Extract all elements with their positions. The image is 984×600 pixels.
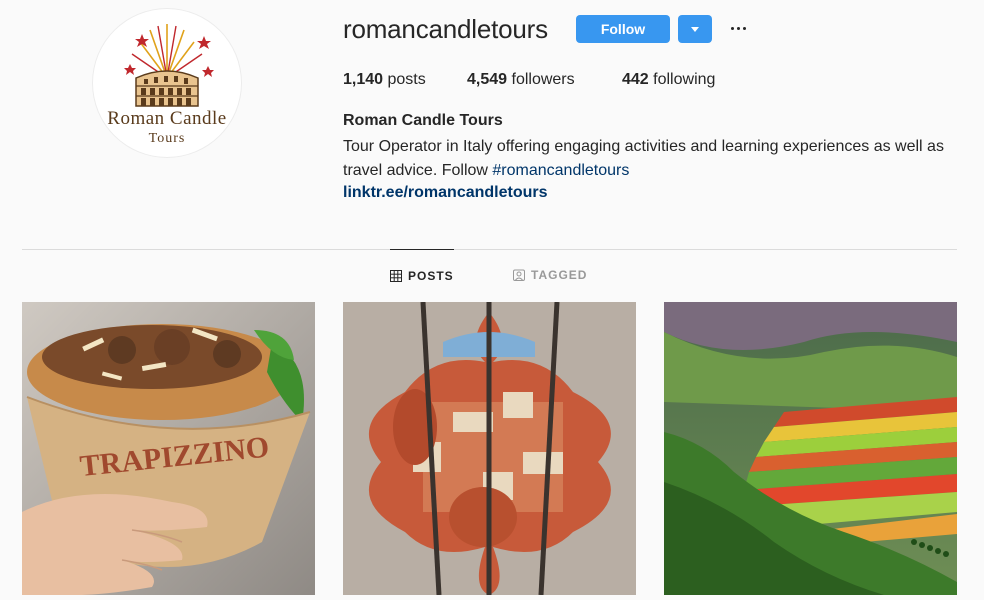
post-tile-castelluccio[interactable] xyxy=(664,302,957,595)
tab-posts-label: POSTS xyxy=(408,269,454,283)
logo-text-line1: Roman Candle xyxy=(107,108,227,129)
trapizzino-photo: TRAPIZZINO xyxy=(22,302,315,595)
castelluccio-fields-photo xyxy=(664,302,957,595)
profile-avatar[interactable]: Roman Candle Tours xyxy=(92,8,242,158)
profile-website-link[interactable]: linktr.ee/romancandletours xyxy=(343,184,548,202)
following-label: following xyxy=(653,71,716,88)
posts-count-stat: 1,140 posts xyxy=(343,71,426,89)
tab-tagged[interactable]: TAGGED xyxy=(513,249,587,301)
tab-tagged-label: TAGGED xyxy=(531,268,588,282)
followers-count: 4,549 xyxy=(467,71,508,88)
dot-icon xyxy=(742,26,746,30)
followers-label: followers xyxy=(511,71,575,88)
bio-hashtag-link[interactable]: #romancandletours xyxy=(492,162,629,179)
following-count: 442 xyxy=(622,71,649,88)
profile-full-name: Roman Candle Tours xyxy=(343,112,503,129)
more-options-button[interactable] xyxy=(728,18,748,38)
tagged-icon xyxy=(513,269,525,281)
tabs-divider xyxy=(22,249,957,250)
post-tile-trapizzino[interactable]: TRAPIZZINO xyxy=(22,302,315,595)
following-stat[interactable]: 442 following xyxy=(622,71,715,89)
posts-count: 1,140 xyxy=(343,71,384,88)
suggestions-dropdown-button[interactable] xyxy=(678,15,712,43)
profile-username: romancandletours xyxy=(343,14,548,44)
dot-icon xyxy=(736,26,740,30)
florence-duomo-photo xyxy=(343,302,636,595)
bio-text: Tour Operator in Italy offering engaging… xyxy=(343,138,944,179)
posts-label: posts xyxy=(387,71,426,88)
logo-text-line2: Tours xyxy=(148,131,186,146)
grid-icon xyxy=(390,270,402,282)
post-tile-florence[interactable] xyxy=(343,302,636,595)
tab-posts[interactable]: POSTS xyxy=(390,249,454,302)
followers-stat[interactable]: 4,549 followers xyxy=(467,71,575,89)
follow-button[interactable]: Follow xyxy=(576,15,670,43)
profile-bio: Tour Operator in Italy offering engaging… xyxy=(343,135,968,183)
dot-icon xyxy=(730,26,734,30)
caret-down-icon xyxy=(691,26,699,32)
